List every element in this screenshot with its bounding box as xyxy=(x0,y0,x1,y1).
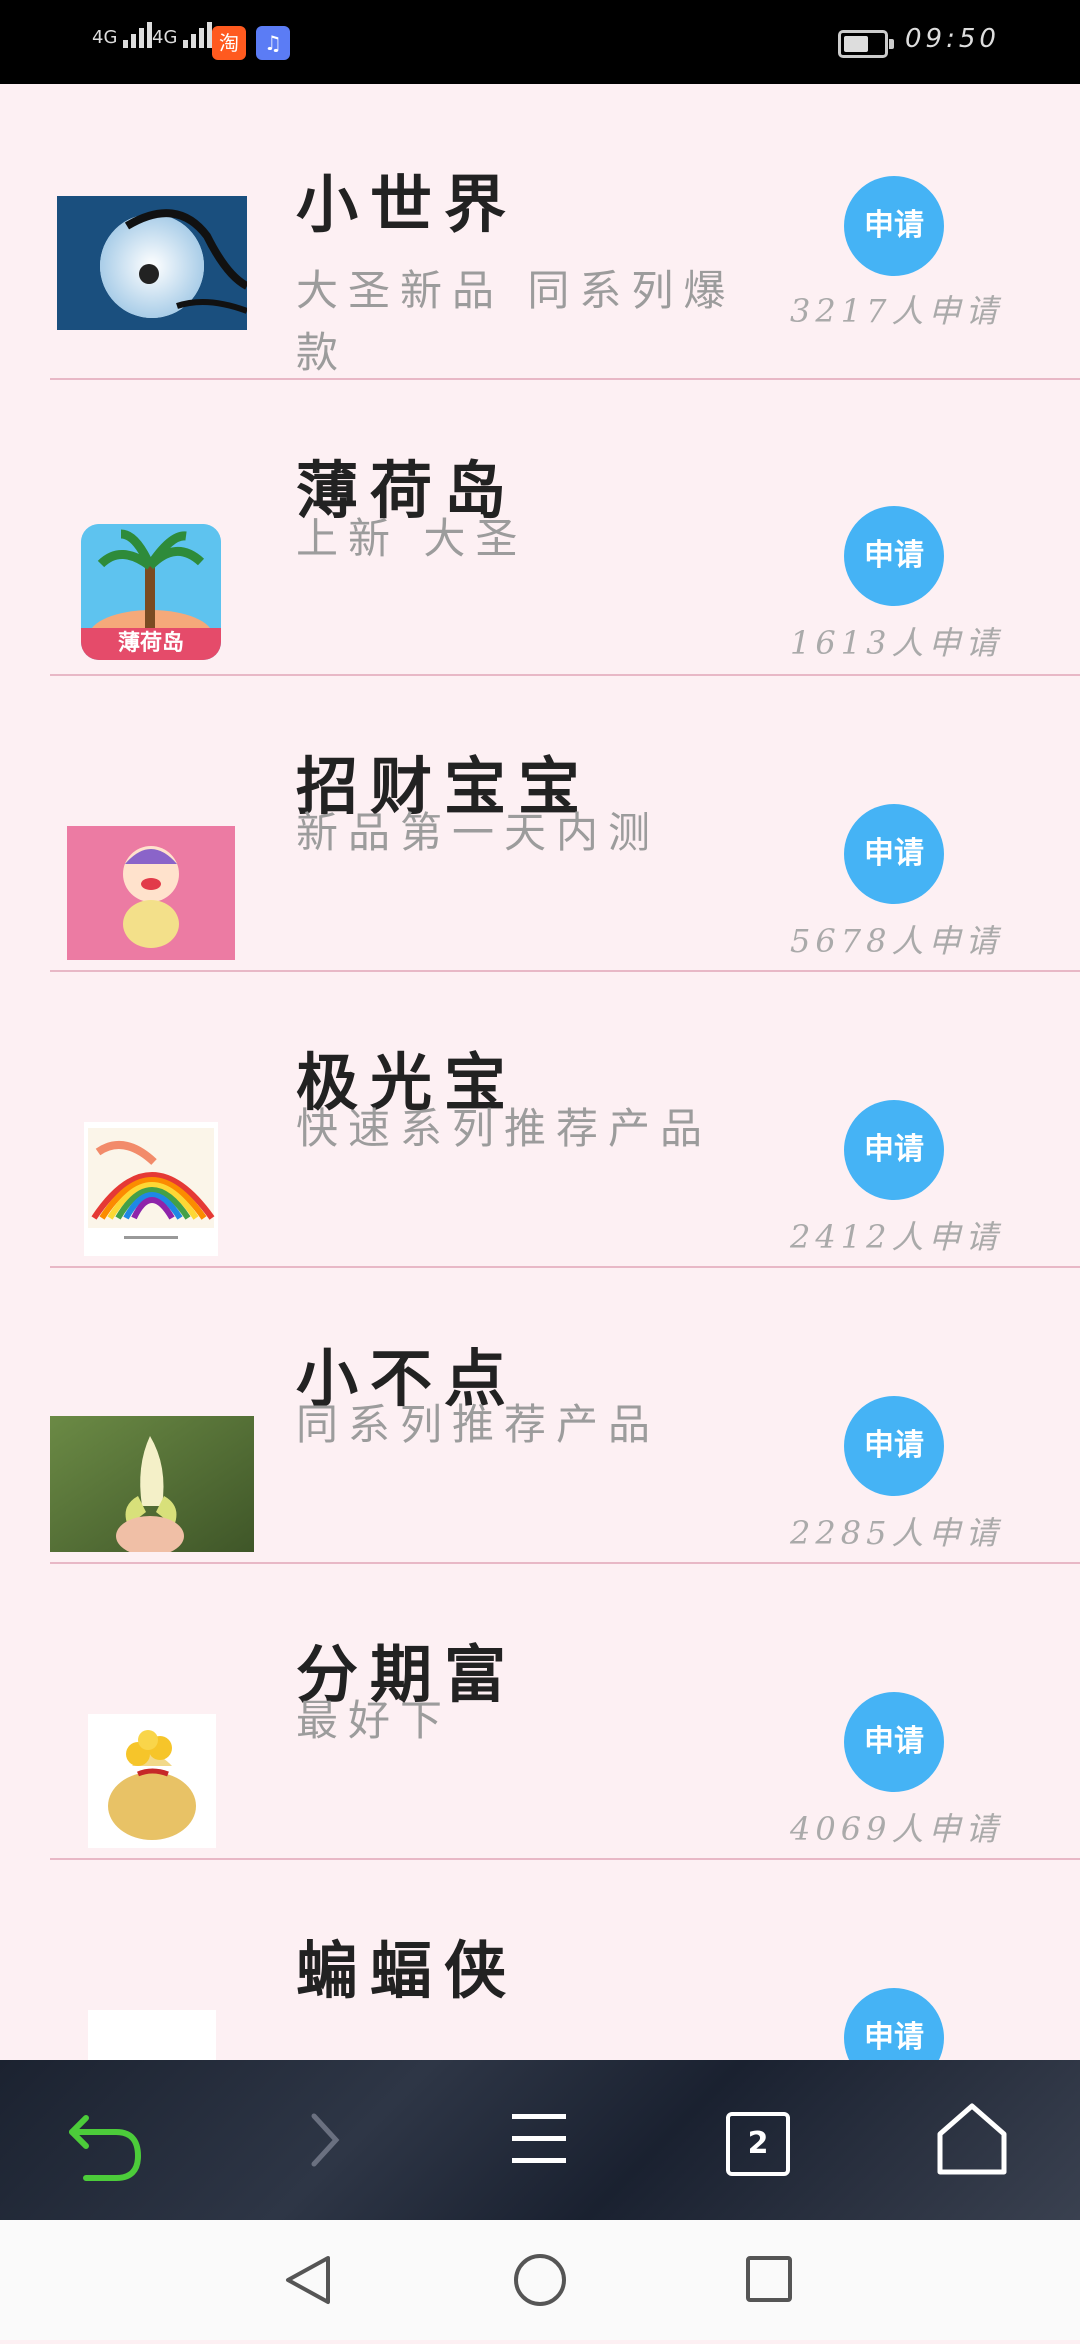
moon-thumbnail xyxy=(57,196,247,330)
home-button[interactable] xyxy=(912,2060,1032,2220)
banana-thumbnail xyxy=(50,1416,254,1552)
list-item[interactable]: 小世界 大圣新品 同系列爆款 申请 3217人申请 xyxy=(0,84,1080,380)
battery-icon xyxy=(838,30,894,58)
lucky-baby-thumbnail xyxy=(67,826,235,960)
aurora-thumbnail xyxy=(84,1122,218,1256)
item-description: 同系列推荐产品 xyxy=(296,1400,661,1449)
item-title: 小世界 xyxy=(296,168,519,241)
network-type-label: 4G xyxy=(152,27,178,48)
apply-button[interactable]: 申请 xyxy=(844,176,944,276)
list-item[interactable]: 极光宝 快速系列推荐产品 申请 2412人申请 xyxy=(0,972,1080,1268)
money-bag-thumbnail xyxy=(88,1714,216,1848)
apply-button[interactable]: 申请 xyxy=(844,506,944,606)
list-item[interactable]: 薄荷岛 薄荷岛 上新 大圣 申请 1613人申请 xyxy=(0,380,1080,676)
item-description: 新品第一天内测 xyxy=(296,808,661,857)
back-arrow-icon xyxy=(69,2115,142,2181)
item-description: 大圣新品 同系列爆款 xyxy=(296,266,736,377)
batman-thumbnail xyxy=(88,2010,216,2060)
signal-strength-2: 4G xyxy=(152,22,215,48)
item-description: 最好下 xyxy=(296,1696,453,1745)
item-description: 快速系列推荐产品 xyxy=(296,1104,713,1153)
status-bar: 4G 4G 淘 ♫ 09:50 xyxy=(0,0,1080,84)
apply-button[interactable]: 申请 xyxy=(844,1988,944,2060)
apply-button[interactable]: 申请 xyxy=(844,1100,944,1200)
system-nav-bar xyxy=(0,2220,1080,2340)
taobao-notification-icon: 淘 xyxy=(212,26,246,60)
tabs-button[interactable]: 2 xyxy=(726,2112,790,2176)
home-icon xyxy=(937,2103,1007,2175)
menu-button[interactable] xyxy=(480,2060,600,2220)
apply-count: 2412人申请 xyxy=(790,1218,1003,1256)
forward-button[interactable] xyxy=(264,2060,384,2220)
clock: 09:50 xyxy=(905,24,1000,54)
list-item[interactable]: 分期富 最好下 申请 4069人申请 xyxy=(0,1564,1080,1860)
apply-count: 4069人申请 xyxy=(790,1810,1003,1848)
mint-island-logo-text: 薄荷岛 xyxy=(117,631,184,656)
apply-count: 2285人申请 xyxy=(790,1514,1003,1552)
item-title: 蝙蝠侠 xyxy=(296,1934,519,2007)
nav-back-icon[interactable] xyxy=(286,2256,330,2304)
signal-strength-1: 4G xyxy=(92,22,155,48)
apply-button[interactable]: 申请 xyxy=(844,1396,944,1496)
list-item[interactable]: 小不点 同系列推荐产品 申请 2285人申请 xyxy=(0,1268,1080,1564)
product-list[interactable]: 小世界 大圣新品 同系列爆款 申请 3217人申请 薄荷岛 薄荷岛 上新 大圣 … xyxy=(0,84,1080,2060)
apply-count: 3217人申请 xyxy=(790,292,1003,330)
nav-recents-icon[interactable] xyxy=(746,2256,792,2302)
menu-icon xyxy=(512,2114,566,2163)
network-type-label: 4G xyxy=(92,27,118,48)
back-button[interactable] xyxy=(46,2060,166,2220)
nav-home-icon[interactable] xyxy=(514,2254,566,2306)
apply-button[interactable]: 申请 xyxy=(844,1692,944,1792)
chevron-right-icon xyxy=(311,2113,340,2167)
apply-button[interactable]: 申请 xyxy=(844,804,944,904)
apply-count: 1613人申请 xyxy=(790,624,1003,662)
music-notification-icon: ♫ xyxy=(256,26,290,60)
list-item[interactable]: 蝙蝠侠 申请 xyxy=(0,1860,1080,2060)
item-description: 上新 大圣 xyxy=(296,514,528,563)
browser-toolbar: 2 xyxy=(0,2060,1080,2220)
apply-count: 5678人申请 xyxy=(790,922,1003,960)
list-item[interactable]: 招财宝宝 新品第一天内测 申请 5678人申请 xyxy=(0,676,1080,972)
mint-island-thumbnail: 薄荷岛 xyxy=(81,524,221,660)
